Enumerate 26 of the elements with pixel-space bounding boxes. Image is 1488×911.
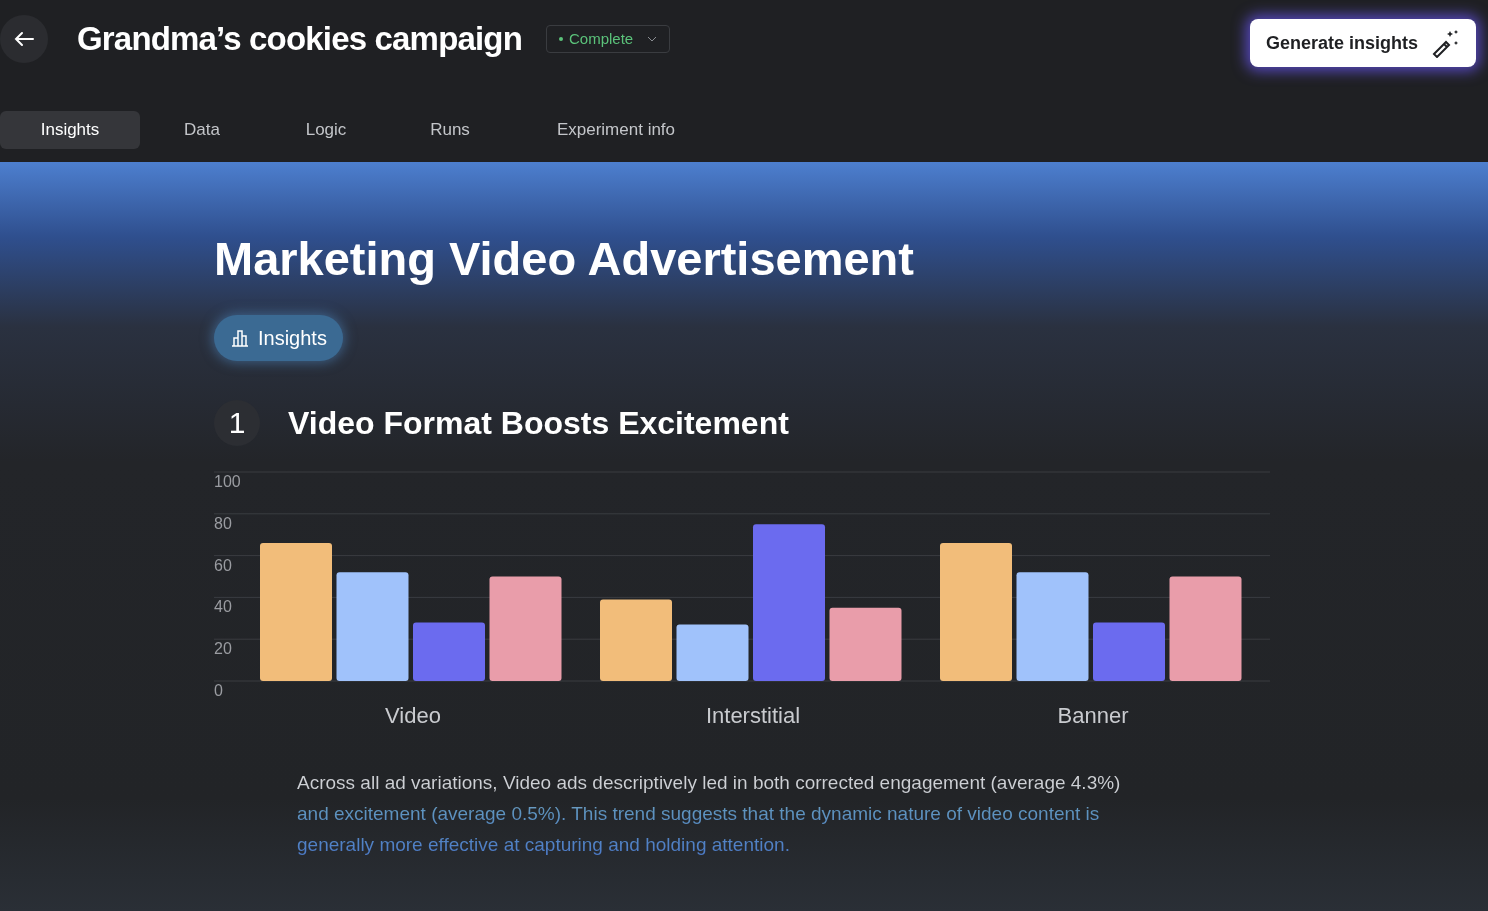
tab[interactable]: Data <box>140 111 264 149</box>
axis-tick-label: 100 <box>214 472 241 490</box>
tab[interactable]: Runs <box>388 111 512 149</box>
number-badge: 1 <box>214 399 260 446</box>
axis-tick-label: 40 <box>214 598 232 616</box>
back-arrow-icon <box>14 31 34 47</box>
chevron-down-icon <box>647 36 658 42</box>
tab[interactable]: Logic <box>264 111 388 149</box>
content-title: Marketing Video Advertisement <box>214 231 915 287</box>
bar-chart-icon <box>230 327 250 348</box>
category-label: Interstitial <box>705 702 801 728</box>
generate-insights-button[interactable]: Generate insights <box>1249 19 1476 67</box>
insight-title: Video Format Boosts Excitement <box>288 403 789 443</box>
magic-wand-icon <box>1430 28 1460 58</box>
tab[interactable]: Experiment info <box>512 111 720 149</box>
axis-tick-label: 80 <box>214 514 232 532</box>
tab[interactable]: Insights <box>0 111 140 149</box>
page-title: Grandma’s cookies campaign <box>77 19 522 60</box>
axis-tick-label: 0 <box>214 681 223 699</box>
back-button[interactable] <box>0 15 48 63</box>
category-label: Video <box>385 702 441 728</box>
insights-chip: Insights <box>214 314 343 361</box>
status-dropdown[interactable]: Complete <box>546 25 671 53</box>
axis-tick-label: 20 <box>214 639 232 657</box>
category-label: Banner <box>1057 702 1129 728</box>
axis-tick-label: 60 <box>214 556 232 574</box>
